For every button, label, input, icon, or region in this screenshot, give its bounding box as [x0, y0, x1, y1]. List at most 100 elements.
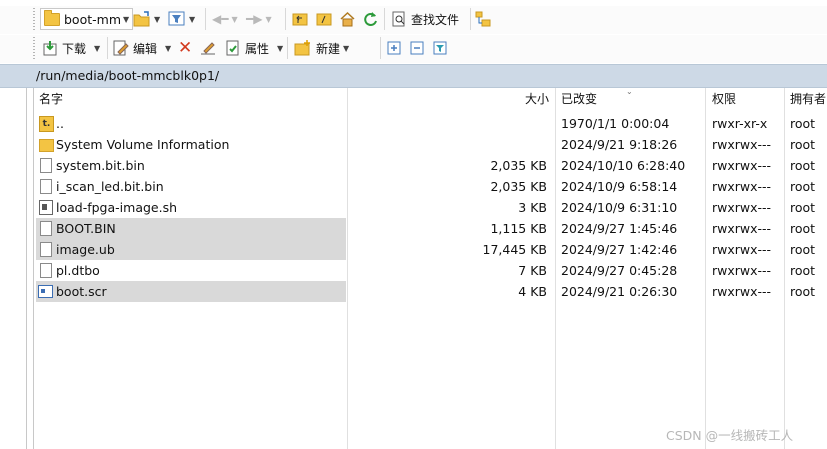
- column-header-name[interactable]: 名字: [39, 88, 63, 110]
- properties-icon: [226, 40, 239, 56]
- root-folder-icon: [316, 13, 332, 26]
- file-owner: root: [790, 137, 816, 152]
- download-label: 下载: [62, 41, 87, 56]
- file-modified: 1970/1/1 0:00:04: [561, 116, 670, 131]
- file-modified: 2024/9/27 1:45:46: [561, 221, 678, 236]
- file-modified: 2024/9/21 9:18:26: [561, 137, 678, 152]
- directory-tree-pane[interactable]: [0, 88, 27, 449]
- file-owner: root: [790, 284, 816, 299]
- filter-mask-button[interactable]: [433, 35, 448, 61]
- separator: [384, 8, 385, 30]
- column-header-size[interactable]: 大小: [504, 88, 549, 110]
- file-permissions: rwxrwx---: [712, 284, 772, 299]
- back-arrow-icon: ◀━: [212, 12, 229, 26]
- separator: [107, 37, 108, 59]
- download-icon: [43, 41, 57, 56]
- file-modified: 2024/9/27 0:45:28: [561, 263, 678, 278]
- rename-button[interactable]: [199, 35, 217, 61]
- refresh-icon: [364, 12, 377, 26]
- column-header-modified[interactable]: 已改变: [561, 88, 597, 110]
- column-header-permissions[interactable]: 权限: [712, 88, 736, 110]
- filter-icon: [433, 41, 447, 54]
- file-size: 17,445 KB: [482, 242, 547, 257]
- find-files-button[interactable]: 查找文件: [391, 6, 459, 32]
- home-button[interactable]: [339, 6, 356, 32]
- file-owner: root: [790, 242, 816, 257]
- chevron-down-icon: ▼: [189, 14, 196, 24]
- file-list[interactable]: 名字 大小 已改变 ⌄ 权限 拥有者 t... 1970/1/1 0:00:04 r…: [33, 87, 827, 449]
- file-row[interactable]: system.bit.bin 2,035 KB 2024/10/10 6:28:40…: [34, 155, 827, 176]
- properties-label: 属性: [245, 41, 270, 56]
- file-permissions: rwxr-xr-x: [712, 116, 768, 131]
- collapse-button[interactable]: [410, 35, 425, 61]
- chevron-down-icon: ▼: [123, 14, 130, 24]
- edit-button[interactable]: 编辑 ▼: [113, 35, 171, 61]
- filter-button[interactable]: ▼: [168, 6, 195, 32]
- queue-button[interactable]: [475, 6, 491, 32]
- file-row[interactable]: t... 1970/1/1 0:00:04 rwxr-xr-x root: [34, 113, 827, 134]
- folder-icon: [39, 139, 54, 152]
- file-row[interactable]: pl.dtbo 7 KB 2024/9/27 0:45:28 rwxrwx--- roo…: [34, 260, 827, 281]
- separator: [287, 37, 288, 59]
- file-permissions: rwxrwx---: [712, 137, 772, 152]
- toolbar-grip[interactable]: [33, 8, 35, 30]
- file-modified: 2024/9/27 1:42:46: [561, 242, 678, 257]
- file-row[interactable]: image.ub 17,445 KB 2024/9/27 1:42:46 rwxrwx…: [34, 239, 827, 260]
- parent-folder-button[interactable]: [292, 6, 308, 32]
- toolbar-grip[interactable]: [33, 37, 35, 59]
- file-modified: 2024/10/9 6:31:10: [561, 200, 678, 215]
- rename-icon: [201, 42, 215, 55]
- chevron-down-icon: ▼: [165, 43, 172, 53]
- delete-button[interactable]: ✕: [178, 35, 192, 61]
- forward-button[interactable]: ━▶ ▼: [246, 6, 272, 32]
- file-row[interactable]: load-fpga-image.sh 3 KB 2024/10/9 6:31:10 r…: [34, 197, 827, 218]
- open-folder-button[interactable]: ▼: [133, 6, 160, 32]
- file-row[interactable]: BOOT.BIN 1,115 KB 2024/9/27 1:45:46 rwxrwx-…: [34, 218, 827, 239]
- file-row[interactable]: System Volume Information 2024/9/21 9:18:…: [34, 134, 827, 155]
- file-name: BOOT.BIN: [56, 221, 116, 236]
- new-button[interactable]: 新建 ▼: [294, 35, 349, 61]
- file-icon: [40, 263, 52, 278]
- toolbar-top: boot-mm ▼ ▼ ▼ ◀━ ▼ ━▶ ▼ 查找文件: [0, 6, 827, 34]
- expand-button[interactable]: [387, 35, 402, 61]
- boot-script-icon: [38, 285, 53, 298]
- properties-button[interactable]: 属性 ▼: [225, 35, 283, 61]
- path-bar[interactable]: /run/media/boot-mmcblk0p1/: [0, 64, 827, 88]
- chevron-down-icon: ▼: [94, 43, 101, 53]
- file-size: [454, 134, 547, 155]
- file-modified: 2024/10/9 6:58:14: [561, 179, 678, 194]
- file-icon: [40, 179, 52, 194]
- minus-icon: [410, 41, 424, 54]
- parent-folder-icon: [292, 13, 308, 26]
- edit-label: 编辑: [133, 41, 158, 56]
- file-name: image.ub: [56, 242, 115, 257]
- queue-icon: [475, 11, 491, 27]
- file-owner: root: [790, 221, 816, 236]
- file-size: 7 KB: [518, 263, 547, 278]
- file-permissions: rwxrwx---: [712, 179, 772, 194]
- file-permissions: rwxrwx---: [712, 221, 772, 236]
- chevron-down-icon: ▼: [277, 43, 284, 53]
- refresh-button[interactable]: [362, 6, 379, 32]
- toolbar-actions: 下载 ▼ 编辑 ▼ ✕ 属性 ▼ 新建 ▼: [0, 35, 827, 63]
- file-owner: root: [790, 200, 816, 215]
- separator: [205, 8, 206, 30]
- column-header-owner[interactable]: 拥有者: [790, 88, 826, 110]
- file-size: 4 KB: [518, 284, 547, 299]
- file-size: 3 KB: [518, 200, 547, 215]
- drive-selector[interactable]: boot-mm ▼: [40, 6, 134, 32]
- drive-label: boot-mm: [64, 11, 120, 27]
- drive-folder-icon: [44, 9, 60, 26]
- file-icon: [40, 158, 52, 173]
- file-row[interactable]: i_scan_led.bit.bin 2,035 KB 2024/10/9 6:58…: [34, 176, 827, 197]
- back-button[interactable]: ◀━ ▼: [212, 6, 238, 32]
- file-owner: root: [790, 179, 816, 194]
- file-row[interactable]: boot.scr 4 KB 2024/9/21 0:26:30 rwxrwx--- ro…: [34, 281, 827, 302]
- forward-arrow-icon: ━▶: [246, 12, 263, 26]
- file-owner: root: [790, 263, 816, 278]
- root-folder-button[interactable]: [316, 6, 332, 32]
- watermark: CSDN @一线搬砖工人: [666, 428, 794, 443]
- download-button[interactable]: 下载 ▼: [42, 35, 100, 61]
- filter-icon: [168, 11, 185, 26]
- new-label: 新建: [316, 41, 341, 56]
